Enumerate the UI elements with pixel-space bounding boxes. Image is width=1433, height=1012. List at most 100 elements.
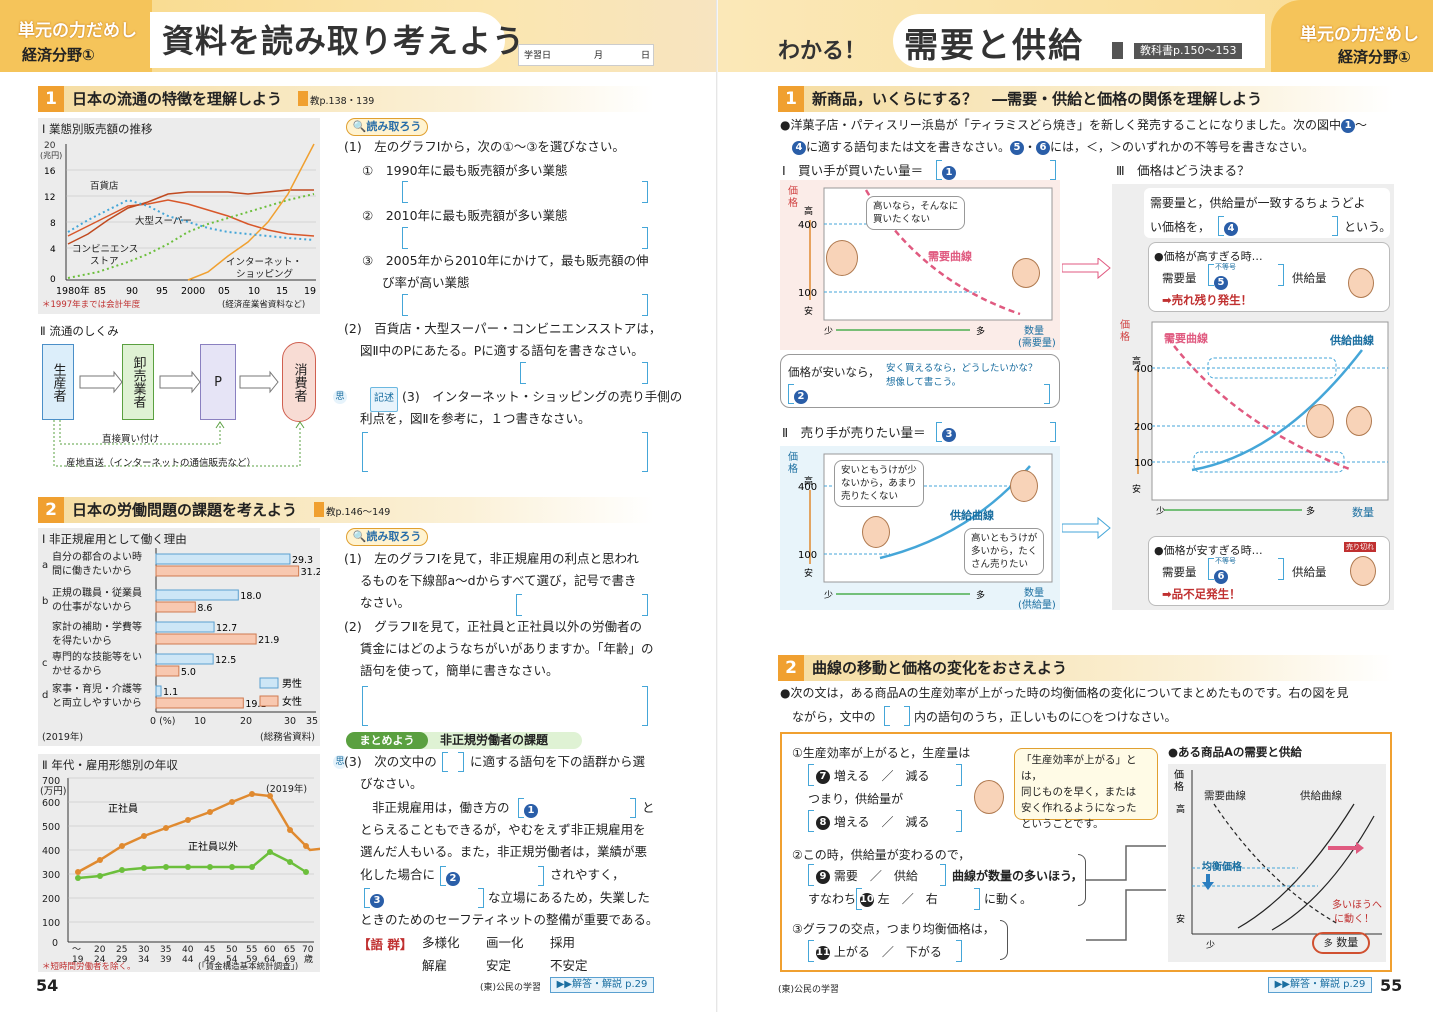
g1-bracket-r[interactable]	[1050, 160, 1056, 180]
g3-a5-bracket-r[interactable]	[1278, 264, 1284, 286]
svg-text:16: 16	[44, 167, 56, 177]
st3-bracket-r[interactable]	[940, 864, 946, 886]
st4-bracket-l[interactable]	[856, 888, 862, 910]
svg-text:500: 500	[42, 822, 60, 833]
st5-bracket-r[interactable]	[956, 940, 962, 962]
s1-a5-bracket-l[interactable]	[362, 432, 368, 472]
right-page: わかる！ 需要と供給 教科書p.150〜153 単元の力だめし 経済分野① 1 …	[718, 0, 1433, 1012]
word-3: 解雇	[422, 958, 448, 973]
flow-direct: 直接買い付け	[102, 434, 160, 445]
shop-illustration	[1306, 404, 1334, 438]
g1-a2-bracket-r[interactable]	[1044, 384, 1050, 404]
reason-d1: 家事・育児・介護等	[52, 682, 142, 695]
g3-scurve: 供給曲線	[1330, 334, 1374, 347]
svg-text:05: 05	[218, 286, 230, 297]
wakaru-label: わかる！	[778, 39, 867, 64]
s1-q2b: 図Ⅱ中のPにあたる。Pに適する語句を書きなさい。	[360, 343, 644, 358]
left-answer-link[interactable]: ▶▶解答・解説 p.29	[550, 977, 654, 993]
r-s1-intro2: 4 に適する語句または文を書きなさい。 5 ・ 6 には，＜，＞のいずれかの不等号を書きな…	[792, 136, 1314, 159]
st2-bracket-l[interactable]	[808, 810, 814, 832]
st1-options[interactable]: 7 増える ／ 減る	[816, 767, 930, 784]
s2-blank3-r[interactable]	[478, 888, 484, 908]
st4-bracket-r[interactable]	[974, 888, 980, 910]
st3c: 曲線が数量の多いほう，	[952, 869, 1083, 883]
book-icon	[1112, 42, 1123, 59]
s1-a2-bracket-l[interactable]	[402, 227, 408, 249]
right-answer-link[interactable]: ▶▶解答・解説 p.29	[1268, 977, 1372, 993]
st2-bracket-r[interactable]	[956, 810, 962, 832]
svg-text:40: 40	[182, 945, 194, 955]
s1-a3-bracket-l[interactable]	[402, 294, 408, 316]
g1-bubble: 高いなら，そんなに 買いたくない	[866, 196, 966, 230]
customers-illustration	[1012, 258, 1040, 288]
g2-bracket-r[interactable]	[1050, 422, 1056, 442]
s2-p6: ときのためのセーフティネットの整備が重要である。	[360, 912, 659, 927]
g3-text1: 需要量と，供給量が一致するちょうどよ	[1150, 196, 1366, 210]
s2-blank2-r[interactable]	[538, 866, 544, 886]
bar-male	[155, 553, 291, 565]
st4[interactable]: すなわち 10 左 ／ 右	[808, 890, 938, 907]
s2-blank1-r[interactable]	[630, 798, 636, 818]
baker-illustration	[862, 516, 890, 548]
g3-demand-2: 需要量	[1162, 565, 1197, 579]
read-tag-1: 🔍読み取ろう	[346, 118, 428, 136]
svg-text:多: 多	[976, 589, 985, 601]
st2-options[interactable]: 8 増える ／ 減る	[816, 813, 930, 830]
g3-a4-bracket-r[interactable]	[1332, 216, 1338, 236]
s2-p4: 化した場合に	[360, 867, 436, 882]
date-box[interactable]: 学習日 月 日	[518, 44, 654, 66]
s2-a2-bracket-l[interactable]	[362, 686, 368, 726]
svg-text:65: 65	[284, 945, 295, 955]
num-3: 3	[942, 427, 956, 442]
bar-male	[155, 621, 215, 633]
s1-q2a: (2) 百貨店・大型スーパー・コンビニエンスストアは，	[344, 321, 662, 336]
s1-a1-bracket-r[interactable]	[642, 181, 648, 203]
num-5: 5	[1214, 275, 1228, 290]
word-0: 多様化	[422, 935, 460, 950]
s1-a4-bracket-r[interactable]	[642, 362, 648, 384]
bar-male-label: 18.0	[240, 591, 261, 602]
st3-bracket-l[interactable]	[808, 864, 814, 886]
s1-a3-bracket-r[interactable]	[642, 294, 648, 316]
num-5: 5	[1010, 140, 1025, 155]
label-net2: ショッピング	[236, 269, 294, 280]
label-super: 大型スーパー	[135, 216, 192, 227]
svg-text:400: 400	[42, 846, 60, 857]
left-section2-title: 日本の労働問題の課題を考えよう	[72, 501, 298, 519]
shift-many: 多	[1323, 939, 1333, 949]
st1-bracket-r[interactable]	[956, 764, 962, 786]
tip-2: 同じものを早く，または	[1021, 786, 1137, 798]
svg-text:100: 100	[798, 550, 817, 561]
right-section2-title: 曲線の移動と価格の変化をおさえよう	[812, 659, 1068, 677]
s1-a4-bracket-l[interactable]	[520, 362, 526, 384]
tip-1: 「生産効率が上がる」とは，	[1021, 754, 1137, 782]
st5-bracket-l[interactable]	[808, 940, 814, 962]
s2-a1-bracket-r[interactable]	[642, 594, 648, 616]
svg-text:95: 95	[156, 286, 168, 297]
reason-b2: の仕事がないから	[52, 600, 132, 613]
svg-text:100: 100	[798, 288, 817, 299]
g3-a6-bracket-r[interactable]	[1278, 558, 1284, 580]
shift-chart-title: ●ある商品Aの需要と供給	[1168, 745, 1302, 759]
connector-lines	[1086, 845, 1166, 941]
svg-text:少: 少	[824, 590, 833, 601]
svg-text:35: 35	[306, 716, 318, 727]
flow-arrows-right	[1062, 258, 1111, 540]
s1-a1-bracket-l[interactable]	[402, 181, 408, 203]
st1-bracket-l[interactable]	[808, 764, 814, 786]
svg-text:10: 10	[248, 286, 260, 297]
bar-male-label: 12.7	[216, 623, 237, 634]
st5-options[interactable]: 11 上がる ／ 下がる	[816, 943, 942, 960]
svg-text:400: 400	[798, 220, 817, 231]
s2-q3a2: に適する語句を下の語群から選	[470, 754, 646, 769]
svg-text:200: 200	[1134, 422, 1153, 433]
st3-options[interactable]: 9 需要 ／ 供給	[816, 867, 918, 884]
s1-a2-bracket-r[interactable]	[642, 227, 648, 249]
s1-a5-bracket-r[interactable]	[642, 432, 648, 472]
s2-a2-bracket-r[interactable]	[642, 686, 648, 726]
svg-text:d: d	[42, 690, 48, 701]
s2-a1-bracket-l[interactable]	[516, 594, 522, 616]
num-11: 11	[816, 945, 830, 960]
summary-tag: まとめよう	[346, 732, 428, 749]
right-header-title: 需要と供給	[904, 26, 1084, 66]
